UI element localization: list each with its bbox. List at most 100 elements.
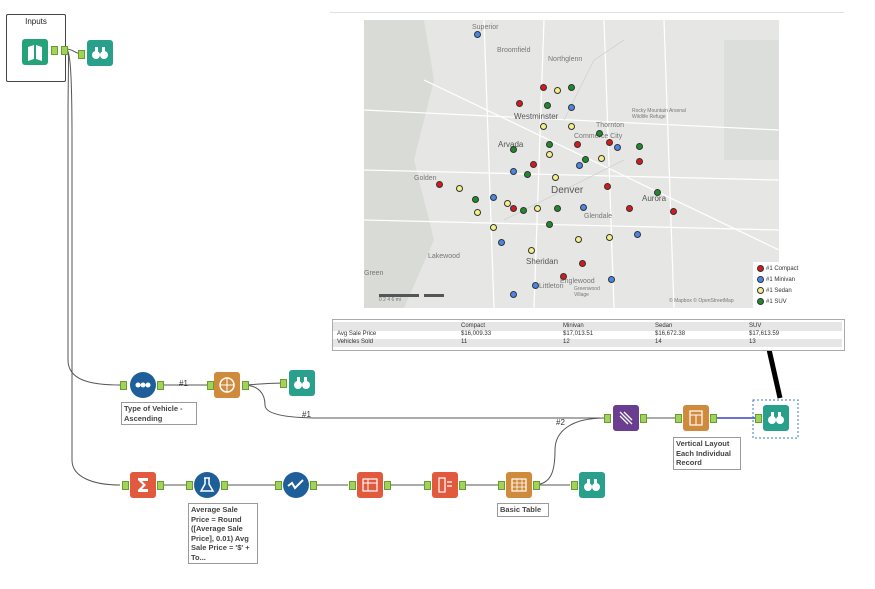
map-point-suv[interactable]: [568, 84, 575, 91]
map-point-sedan[interactable]: [456, 185, 463, 192]
map-point-minivan[interactable]: [498, 239, 505, 246]
output-anchor[interactable]: [710, 414, 717, 423]
map-point-compact[interactable]: [510, 205, 517, 212]
map-point-compact[interactable]: [670, 208, 677, 215]
output-anchor[interactable]: [221, 481, 228, 490]
map-point-suv[interactable]: [510, 146, 517, 153]
transpose-tool-icon[interactable]: [432, 472, 458, 498]
input-anchor[interactable]: [275, 481, 282, 490]
legend-label: #1 Minivan: [766, 277, 796, 284]
output-anchor[interactable]: [157, 381, 164, 390]
formula-tool-icon[interactable]: [194, 472, 220, 498]
map-point-suv[interactable]: [596, 130, 603, 137]
map-point-sedan[interactable]: [552, 174, 559, 181]
map-point-minivan[interactable]: [580, 204, 587, 211]
map-point-compact[interactable]: [560, 273, 567, 280]
map-point-minivan[interactable]: [532, 282, 539, 289]
map-point-sedan[interactable]: [540, 123, 547, 130]
map-point-compact[interactable]: [530, 161, 537, 168]
map-point-minivan[interactable]: [568, 104, 575, 111]
map-point-minivan[interactable]: [614, 144, 621, 151]
input-anchor[interactable]: [78, 50, 85, 59]
map-point-sedan[interactable]: [534, 205, 541, 212]
map-point-suv[interactable]: [654, 189, 661, 196]
output-anchor[interactable]: [533, 481, 540, 490]
map-point-suv[interactable]: [472, 196, 479, 203]
output-anchor[interactable]: [51, 46, 58, 55]
map-point-sedan[interactable]: [554, 87, 561, 94]
output-anchor[interactable]: [157, 481, 164, 490]
input-data-tool-icon[interactable]: [22, 39, 48, 65]
layout-tool-icon[interactable]: [683, 405, 709, 431]
map-point-sedan[interactable]: [528, 247, 535, 254]
input-anchor[interactable]: [280, 379, 287, 388]
select-tool-icon[interactable]: [283, 472, 309, 498]
input-anchor[interactable]: [675, 414, 682, 423]
browse-tool-icon[interactable]: [87, 40, 113, 66]
map-point-compact[interactable]: [579, 260, 586, 267]
input-anchor[interactable]: [349, 481, 356, 490]
input-anchor[interactable]: [120, 381, 127, 390]
map-point-minivan[interactable]: [490, 194, 497, 201]
input-anchor[interactable]: [207, 381, 214, 390]
map-point-compact[interactable]: [540, 84, 547, 91]
sort-tool-icon[interactable]: [130, 372, 156, 398]
input-anchor[interactable]: [186, 481, 193, 490]
table-tool-icon[interactable]: [506, 472, 532, 498]
map-point-compact[interactable]: [516, 100, 523, 107]
map-point-compact[interactable]: [604, 183, 611, 190]
map-point-suv[interactable]: [636, 143, 643, 150]
cross-tab-tool-icon[interactable]: [357, 472, 383, 498]
output-anchor[interactable]: [459, 481, 466, 490]
map-point-sedan[interactable]: [598, 155, 605, 162]
input-anchor[interactable]: [604, 414, 611, 423]
map-point-compact[interactable]: [606, 139, 613, 146]
input-anchor[interactable]: [571, 481, 578, 490]
map-point-compact[interactable]: [436, 181, 443, 188]
map-point-compact[interactable]: [636, 158, 643, 165]
map-label: Greenwood Village: [574, 286, 600, 298]
input-anchor[interactable]: [498, 481, 505, 490]
table-cell: $16,009.33: [461, 331, 492, 337]
map-point-sedan[interactable]: [575, 236, 582, 243]
summarize-tool-icon[interactable]: [130, 472, 156, 498]
map-point-sedan[interactable]: [474, 209, 481, 216]
output-anchor[interactable]: [242, 381, 249, 390]
browse-tool-icon[interactable]: [579, 472, 605, 498]
map-point-sedan[interactable]: [546, 151, 553, 158]
browse-tool-icon[interactable]: [289, 370, 315, 396]
map-point-suv[interactable]: [524, 171, 531, 178]
map-point-minivan[interactable]: [510, 291, 517, 298]
input-anchor[interactable]: [424, 481, 431, 490]
browse-tool-icon[interactable]: [763, 405, 789, 431]
map-point-minivan[interactable]: [510, 168, 517, 175]
map-point-minivan[interactable]: [576, 162, 583, 169]
map-point-minivan[interactable]: [474, 31, 481, 38]
input-anchor[interactable]: [122, 481, 129, 490]
map-point-sedan[interactable]: [490, 224, 497, 231]
map-point-suv[interactable]: [544, 102, 551, 109]
map-point-minivan[interactable]: [608, 276, 615, 283]
join-multiple-tool-icon[interactable]: [613, 405, 639, 431]
map-label: Rocky Mountain Arsenal Wildlife Refuge: [632, 108, 686, 120]
workflow-canvas[interactable]: Inputs #1 Type of Vehicle - Ascending #1: [0, 0, 875, 589]
map-point-suv[interactable]: [582, 156, 589, 163]
create-points-tool-icon[interactable]: [214, 372, 240, 398]
input-anchor[interactable]: [755, 414, 762, 423]
map-point-suv[interactable]: [546, 221, 553, 228]
map-point-minivan[interactable]: [634, 231, 641, 238]
map-point-suv[interactable]: [554, 205, 561, 212]
map-preview[interactable]: Superior Broomfield Northglenn Westminst…: [364, 20, 779, 308]
table-cell: Avg Sale Price: [337, 331, 377, 337]
map-point-suv[interactable]: [520, 207, 527, 214]
map-point-suv[interactable]: [546, 141, 553, 148]
output-anchor[interactable]: [310, 481, 317, 490]
output-anchor[interactable]: [61, 46, 68, 55]
map-point-sedan[interactable]: [606, 234, 613, 241]
output-anchor[interactable]: [384, 481, 391, 490]
table-cell: $17,013.51: [563, 331, 594, 337]
map-point-sedan[interactable]: [568, 123, 575, 130]
output-anchor[interactable]: [640, 414, 647, 423]
map-point-compact[interactable]: [626, 205, 633, 212]
map-point-compact[interactable]: [574, 141, 581, 148]
